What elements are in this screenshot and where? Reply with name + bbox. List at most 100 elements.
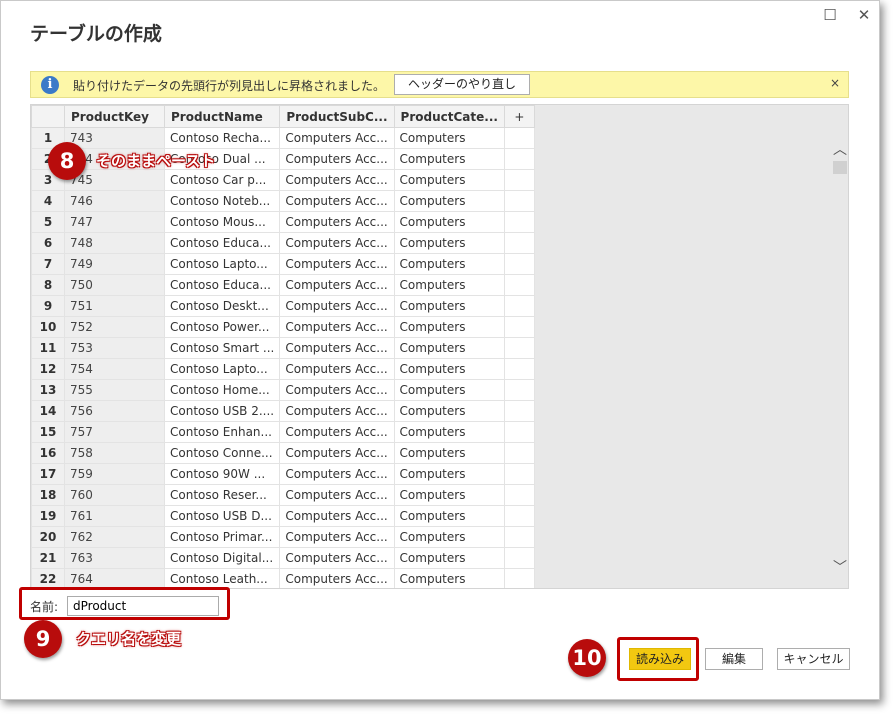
cell-product-name[interactable]: Contoso Home... bbox=[163, 379, 281, 401]
cell-product-category[interactable]: Computers bbox=[393, 526, 505, 548]
row-number[interactable]: 4 bbox=[31, 190, 65, 212]
cell-product-subcategory[interactable]: Computers Acc... bbox=[279, 253, 395, 275]
cell-product-key[interactable]: 760 bbox=[64, 484, 165, 506]
cell-product-key[interactable]: 755 bbox=[64, 379, 165, 401]
row-number[interactable]: 5 bbox=[31, 211, 65, 233]
row-number[interactable]: 22 bbox=[31, 568, 65, 588]
cell-product-key[interactable]: 753 bbox=[64, 337, 165, 359]
cell-product-subcategory[interactable]: Computers Acc... bbox=[279, 337, 395, 359]
cell-product-subcategory[interactable]: Computers Acc... bbox=[279, 316, 395, 338]
cell-product-name[interactable]: Contoso Lapto... bbox=[163, 358, 281, 380]
row-number[interactable]: 11 bbox=[31, 337, 65, 359]
row-number[interactable]: 21 bbox=[31, 547, 65, 569]
row-number[interactable]: 17 bbox=[31, 463, 65, 485]
cell-product-name[interactable]: Contoso USB D... bbox=[163, 505, 281, 527]
cell-product-subcategory[interactable]: Computers Acc... bbox=[279, 232, 395, 254]
cell-product-subcategory[interactable]: Computers Acc... bbox=[279, 505, 395, 527]
cell-product-subcategory[interactable]: Computers Acc... bbox=[279, 442, 395, 464]
cancel-button[interactable]: キャンセル bbox=[777, 648, 850, 670]
cell-product-category[interactable]: Computers bbox=[393, 400, 505, 422]
cell-product-subcategory[interactable]: Computers Acc... bbox=[279, 484, 395, 506]
row-number[interactable]: 10 bbox=[31, 316, 65, 338]
cell-product-name[interactable]: Contoso Primar... bbox=[163, 526, 281, 548]
cell-product-subcategory[interactable]: Computers Acc... bbox=[279, 568, 395, 588]
cell-product-category[interactable]: Computers bbox=[393, 463, 505, 485]
scroll-up-icon[interactable]: ︿ bbox=[833, 139, 847, 159]
cell-product-category[interactable]: Computers bbox=[393, 169, 505, 191]
cell-product-key[interactable]: 747 bbox=[64, 211, 165, 233]
scrollbar-thumb[interactable] bbox=[833, 161, 847, 174]
cell-product-category[interactable]: Computers bbox=[393, 379, 505, 401]
cell-product-key[interactable]: 750 bbox=[64, 274, 165, 296]
column-header[interactable]: ProductCate... bbox=[393, 105, 505, 128]
cell-product-name[interactable]: Contoso Educa... bbox=[163, 232, 281, 254]
row-number[interactable]: 6 bbox=[31, 232, 65, 254]
row-number[interactable]: 15 bbox=[31, 421, 65, 443]
cell-product-name[interactable]: Contoso Mous... bbox=[163, 211, 281, 233]
cell-product-key[interactable]: 761 bbox=[64, 505, 165, 527]
row-number[interactable]: 9 bbox=[31, 295, 65, 317]
cell-product-key[interactable]: 749 bbox=[64, 253, 165, 275]
cell-product-key[interactable]: 763 bbox=[64, 547, 165, 569]
cell-product-subcategory[interactable]: Computers Acc... bbox=[279, 400, 395, 422]
column-header[interactable]: ProductSubC... bbox=[279, 105, 395, 128]
cell-product-key[interactable]: 751 bbox=[64, 295, 165, 317]
cell-product-category[interactable]: Computers bbox=[393, 547, 505, 569]
cell-product-key[interactable]: 752 bbox=[64, 316, 165, 338]
info-close-icon[interactable]: × bbox=[830, 76, 840, 90]
cell-product-category[interactable]: Computers bbox=[393, 211, 505, 233]
cell-product-name[interactable]: Contoso Power... bbox=[163, 316, 281, 338]
cell-product-key[interactable]: 746 bbox=[64, 190, 165, 212]
cell-product-name[interactable]: Contoso Noteb... bbox=[163, 190, 281, 212]
cell-product-key[interactable]: 756 bbox=[64, 400, 165, 422]
cell-product-category[interactable]: Computers bbox=[393, 358, 505, 380]
maximize-icon[interactable]: ☐ bbox=[822, 7, 838, 23]
cell-product-name[interactable]: Contoso Lapto... bbox=[163, 253, 281, 275]
cell-product-category[interactable]: Computers bbox=[393, 421, 505, 443]
edit-button[interactable]: 編集 bbox=[705, 648, 763, 670]
cell-product-name[interactable]: Contoso Car p... bbox=[163, 169, 281, 191]
row-number[interactable]: 20 bbox=[31, 526, 65, 548]
cell-product-name[interactable]: Contoso Educa... bbox=[163, 274, 281, 296]
cell-product-subcategory[interactable]: Computers Acc... bbox=[279, 526, 395, 548]
cell-product-subcategory[interactable]: Computers Acc... bbox=[279, 379, 395, 401]
cell-product-subcategory[interactable]: Computers Acc... bbox=[279, 127, 395, 149]
cell-product-key[interactable]: 743 bbox=[64, 127, 165, 149]
scroll-down-icon[interactable]: ﹀ bbox=[833, 557, 847, 577]
row-number[interactable]: 18 bbox=[31, 484, 65, 506]
add-column-button[interactable]: + bbox=[503, 105, 535, 128]
cell-product-name[interactable]: Contoso Conne... bbox=[163, 442, 281, 464]
cell-product-category[interactable]: Computers bbox=[393, 274, 505, 296]
cell-product-name[interactable]: Contoso 90W ... bbox=[163, 463, 281, 485]
column-header[interactable]: ProductKey bbox=[64, 105, 165, 128]
cell-product-subcategory[interactable]: Computers Acc... bbox=[279, 211, 395, 233]
cell-product-category[interactable]: Computers bbox=[393, 484, 505, 506]
cell-product-category[interactable]: Computers bbox=[393, 190, 505, 212]
cell-product-subcategory[interactable]: Computers Acc... bbox=[279, 358, 395, 380]
column-header[interactable]: ProductName bbox=[163, 105, 281, 128]
row-number[interactable]: 19 bbox=[31, 505, 65, 527]
cell-product-category[interactable]: Computers bbox=[393, 505, 505, 527]
cell-product-name[interactable]: Contoso Digital... bbox=[163, 547, 281, 569]
row-number[interactable]: 12 bbox=[31, 358, 65, 380]
cell-product-category[interactable]: Computers bbox=[393, 568, 505, 588]
close-icon[interactable]: ✕ bbox=[856, 7, 872, 23]
cell-product-category[interactable]: Computers bbox=[393, 316, 505, 338]
cell-product-category[interactable]: Computers bbox=[393, 127, 505, 149]
row-number[interactable]: 7 bbox=[31, 253, 65, 275]
cell-product-category[interactable]: Computers bbox=[393, 253, 505, 275]
row-number[interactable]: 8 bbox=[31, 274, 65, 296]
cell-product-name[interactable]: Contoso USB 2.... bbox=[163, 400, 281, 422]
row-number[interactable]: 14 bbox=[31, 400, 65, 422]
cell-product-name[interactable]: Contoso Recha... bbox=[163, 127, 281, 149]
cell-product-category[interactable]: Computers bbox=[393, 337, 505, 359]
cell-product-name[interactable]: Contoso Reser... bbox=[163, 484, 281, 506]
cell-product-subcategory[interactable]: Computers Acc... bbox=[279, 463, 395, 485]
cell-product-name[interactable]: Contoso Leath... bbox=[163, 568, 281, 588]
cell-product-key[interactable]: 748 bbox=[64, 232, 165, 254]
cell-product-subcategory[interactable]: Computers Acc... bbox=[279, 169, 395, 191]
cell-product-category[interactable]: Computers bbox=[393, 295, 505, 317]
cell-product-category[interactable]: Computers bbox=[393, 148, 505, 170]
cell-product-key[interactable]: 764 bbox=[64, 568, 165, 588]
cell-product-key[interactable]: 754 bbox=[64, 358, 165, 380]
